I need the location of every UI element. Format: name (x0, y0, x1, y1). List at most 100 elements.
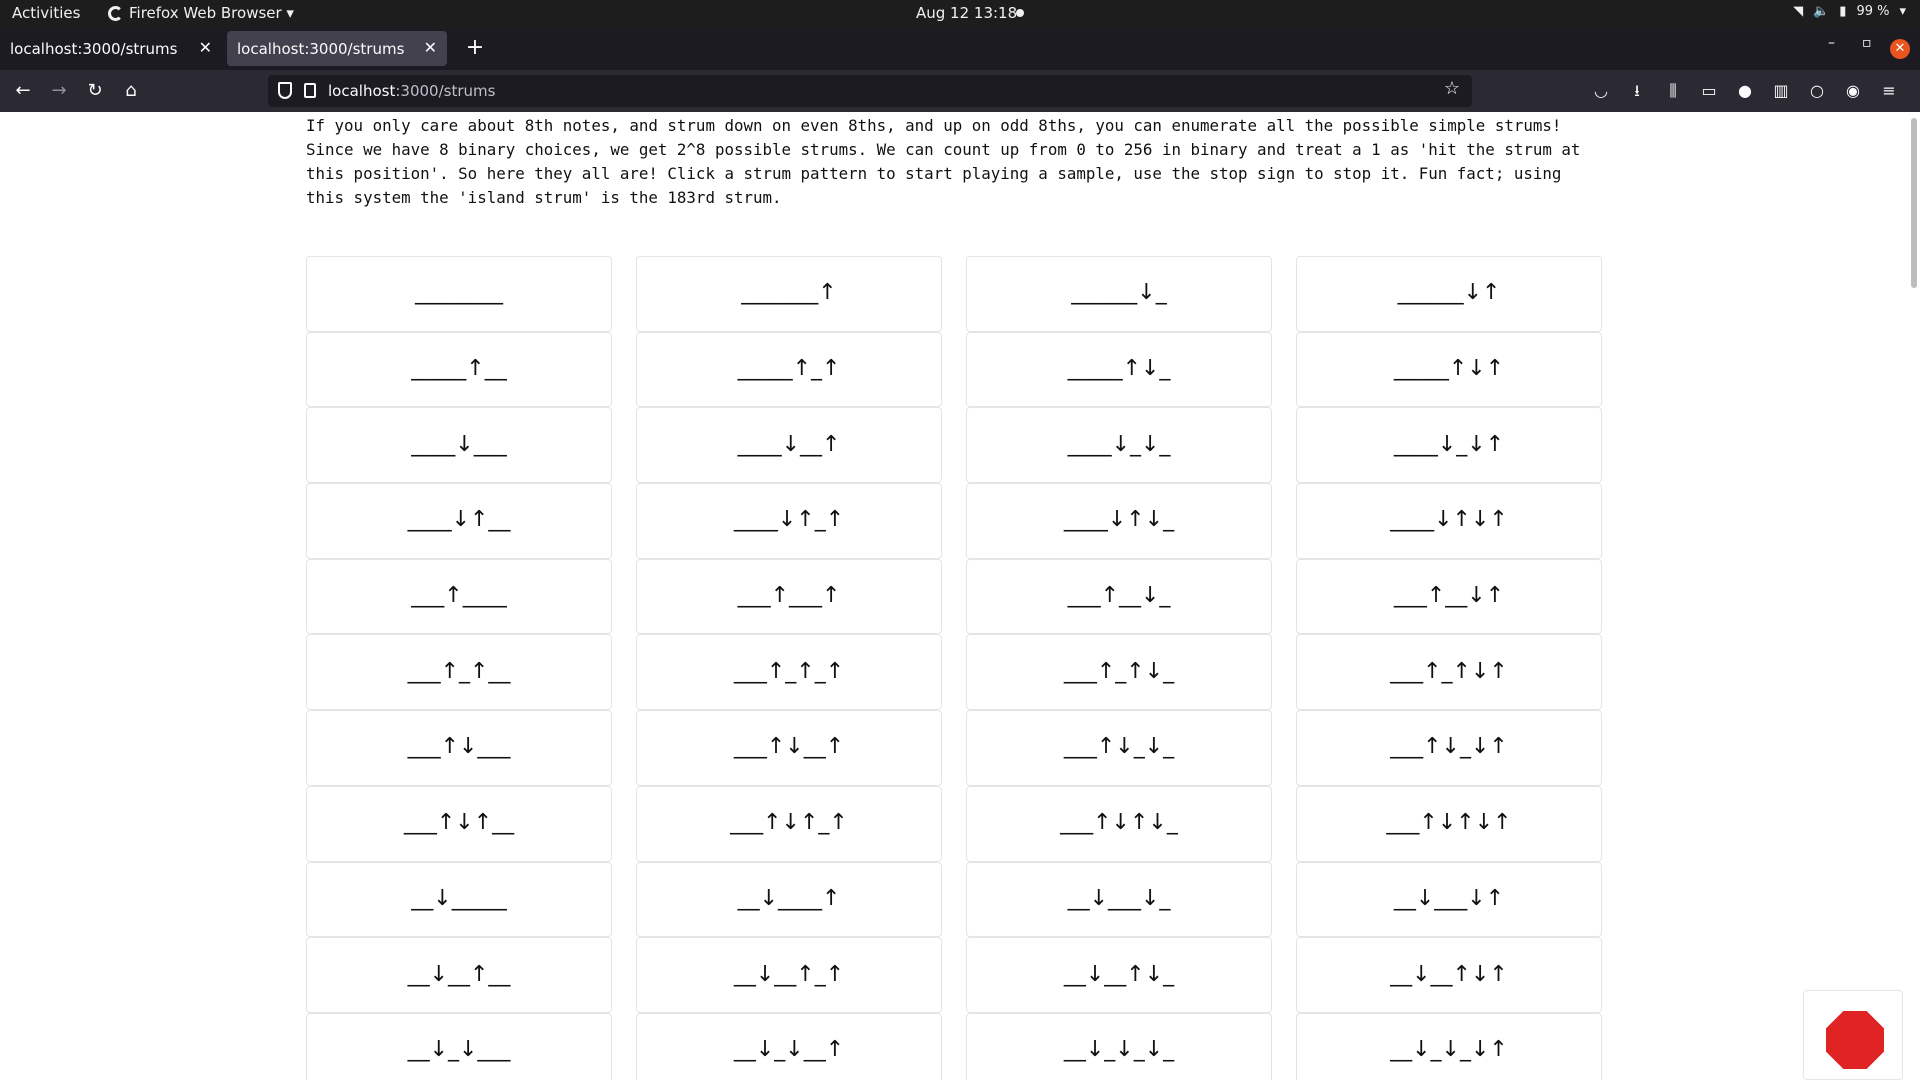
strum-pattern-label: ___↑_↑__ (407, 658, 511, 684)
account-icon[interactable]: ◉ (1842, 78, 1864, 104)
strum-pattern-label: ___↑__↓_ (1067, 583, 1171, 609)
tracking-shield-icon[interactable] (278, 82, 292, 99)
strum-pattern-card[interactable]: __↓___↓↑ (1296, 861, 1602, 938)
strum-pattern-card[interactable]: ________ (306, 256, 612, 332)
strum-pattern-label: __↓___↓_ (1067, 885, 1171, 911)
strum-pattern-label: __↓_↓__↑ (733, 1037, 845, 1063)
strum-pattern-card[interactable]: ___↑___↑ (636, 558, 942, 635)
strum-pattern-card[interactable]: ___↑↓↑↓↑ (1296, 785, 1602, 862)
clock[interactable]: Aug 12 13:18 (916, 4, 1017, 22)
strum-pattern-label: __↓__↑__ (407, 961, 511, 987)
strum-pattern-label: ___↑___↑ (737, 583, 841, 609)
strum-pattern-card[interactable]: ____↓↑↓_ (966, 483, 1272, 559)
strum-pattern-label: ____↓↑↓_ (1063, 507, 1175, 533)
window-close-button[interactable]: ✕ (1890, 39, 1910, 59)
strum-pattern-card[interactable]: __↓__↑↓_ (966, 937, 1272, 1013)
strum-pattern-card[interactable]: __↓_↓_↓_ (966, 1012, 1272, 1080)
activities-button[interactable]: Activities (12, 4, 80, 22)
browser-tab-1[interactable]: localhost:3000/strums ✕ (0, 31, 222, 66)
strum-pattern-card[interactable]: ______↓_ (966, 256, 1272, 332)
strum-pattern-card[interactable]: ____↓↑_↑ (636, 483, 942, 559)
strum-pattern-label: __↓____↑ (737, 885, 841, 911)
sidebar-icon[interactable]: ▭ (1698, 78, 1720, 104)
strum-pattern-label: ______↓_ (1071, 280, 1167, 306)
stop-button[interactable] (1803, 990, 1903, 1080)
strum-pattern-card[interactable]: ___↑↓↑__ (306, 785, 612, 862)
app-menu[interactable]: Firefox Web Browser ▾ (108, 4, 294, 22)
system-top-bar: Activities Firefox Web Browser ▾ Aug 12 … (0, 0, 1920, 27)
strum-pattern-card[interactable]: ___↑↓↑↓_ (966, 785, 1272, 862)
strum-pattern-card[interactable]: _______↑ (636, 256, 942, 332)
strum-pattern-label: ___↑____ (411, 583, 507, 609)
strum-pattern-card[interactable]: ___↑↓↑_↑ (636, 785, 942, 862)
strum-pattern-label: ___↑↓↑↓_ (1060, 810, 1178, 836)
pocket-icon[interactable]: ◡ (1590, 78, 1612, 104)
strum-pattern-card[interactable]: ____↓_↓↑ (1296, 407, 1602, 484)
navigation-toolbar: ← → ↻ ⌂ localhost:3000/strums ☆ ◡ ⭳ ⫼ ▭ … (0, 70, 1920, 112)
strum-pattern-card[interactable]: ____↓___ (306, 407, 612, 484)
minimize-icon[interactable]: – (1828, 35, 1835, 51)
close-icon[interactable]: ✕ (424, 38, 437, 57)
strum-pattern-card[interactable]: __↓____↑ (636, 861, 942, 938)
strum-pattern-card[interactable]: _____↑↓_ (966, 331, 1272, 408)
home-icon[interactable]: ⌂ (118, 78, 144, 104)
reload-icon[interactable]: ↻ (82, 78, 108, 104)
strum-pattern-label: ____↓__↑ (737, 431, 841, 457)
extension-bars-icon[interactable]: ▥ (1770, 78, 1792, 104)
page-scrollbar[interactable] (1911, 118, 1917, 288)
strum-pattern-card[interactable]: _____↑__ (306, 331, 612, 408)
strum-pattern-card[interactable]: _____↑↓↑ (1296, 331, 1602, 408)
strum-pattern-card[interactable]: ___↑_↑↓↑ (1296, 634, 1602, 711)
strum-pattern-card[interactable]: __↓_↓_↓↑ (1296, 1012, 1602, 1080)
strum-pattern-label: _____↑↓↑ (1393, 356, 1505, 382)
strum-pattern-card[interactable]: ___↑_↑↓_ (966, 634, 1272, 711)
tab-title: localhost:3000/strums (10, 39, 178, 58)
battery-level: 99 % (1856, 4, 1890, 19)
strum-pattern-card[interactable]: __↓__↑__ (306, 937, 612, 1013)
strum-pattern-card[interactable]: ____↓↑__ (306, 483, 612, 559)
strum-pattern-card[interactable]: ___↑↓___ (306, 710, 612, 786)
bookmark-star-icon[interactable]: ☆ (1444, 78, 1460, 99)
strum-pattern-card[interactable]: __↓_____ (306, 861, 612, 938)
page-info-icon[interactable] (304, 83, 316, 98)
strum-pattern-label: ___↑↓↑_↑ (730, 810, 848, 836)
strum-pattern-card[interactable]: __↓_↓__↑ (636, 1012, 942, 1080)
strum-pattern-card[interactable]: ____↓_↓_ (966, 407, 1272, 484)
strum-pattern-card[interactable]: ___↑__↓_ (966, 558, 1272, 635)
strum-pattern-card[interactable]: ___↑____ (306, 558, 612, 635)
strum-pattern-label: ____↓_↓↑ (1393, 431, 1505, 457)
strum-pattern-card[interactable]: __↓__↑↓↑ (1296, 937, 1602, 1013)
extension-w-icon[interactable]: ● (1734, 78, 1756, 104)
restore-icon[interactable]: ▫ (1862, 35, 1872, 51)
strum-pattern-card[interactable]: ___↑↓_↓↑ (1296, 710, 1602, 786)
strum-pattern-card[interactable]: ___↑↓__↑ (636, 710, 942, 786)
url-text[interactable]: localhost:3000/strums (328, 82, 495, 100)
new-tab-button[interactable]: + (460, 31, 490, 66)
strum-pattern-card[interactable]: ____↓↑↓↑ (1296, 483, 1602, 559)
strum-pattern-card[interactable]: ___↑__↓↑ (1296, 558, 1602, 635)
strum-pattern-card[interactable]: _____↑_↑ (636, 331, 942, 408)
strum-pattern-card[interactable]: ___↑↓_↓_ (966, 710, 1272, 786)
strum-pattern-card[interactable]: ___↑_↑__ (306, 634, 612, 711)
strum-pattern-card[interactable]: __↓__↑_↑ (636, 937, 942, 1013)
url-host: localhost (328, 82, 396, 100)
browser-tab-2-active[interactable]: localhost:3000/strums ✕ (227, 31, 447, 66)
strum-pattern-card[interactable]: ___↑_↑_↑ (636, 634, 942, 711)
strum-pattern-label: ___↑_↑↓↑ (1390, 658, 1508, 684)
strum-pattern-label: ___↑__↓↑ (1393, 583, 1505, 609)
strum-pattern-card[interactable]: __↓_↓___ (306, 1012, 612, 1080)
extension-circle-icon[interactable]: ○ (1806, 78, 1828, 104)
strum-pattern-card[interactable]: ____↓__↑ (636, 407, 942, 484)
url-bar[interactable]: localhost:3000/strums ☆ (268, 75, 1472, 107)
system-tray[interactable]: ◥ 🔈 ▮ 99 % ▾ (1793, 4, 1906, 19)
strum-pattern-label: ______↓↑ (1397, 280, 1501, 306)
stop-sign-icon (1826, 1011, 1884, 1069)
downloads-icon[interactable]: ⭳ (1626, 78, 1648, 104)
strum-pattern-card[interactable]: __↓___↓_ (966, 861, 1272, 938)
strum-pattern-card[interactable]: ______↓↑ (1296, 256, 1602, 332)
close-icon[interactable]: ✕ (199, 38, 212, 57)
hamburger-menu-icon[interactable]: ≡ (1878, 78, 1900, 104)
forward-arrow-icon[interactable]: → (46, 78, 72, 104)
back-arrow-icon[interactable]: ← (10, 78, 36, 104)
library-icon[interactable]: ⫼ (1662, 78, 1684, 104)
